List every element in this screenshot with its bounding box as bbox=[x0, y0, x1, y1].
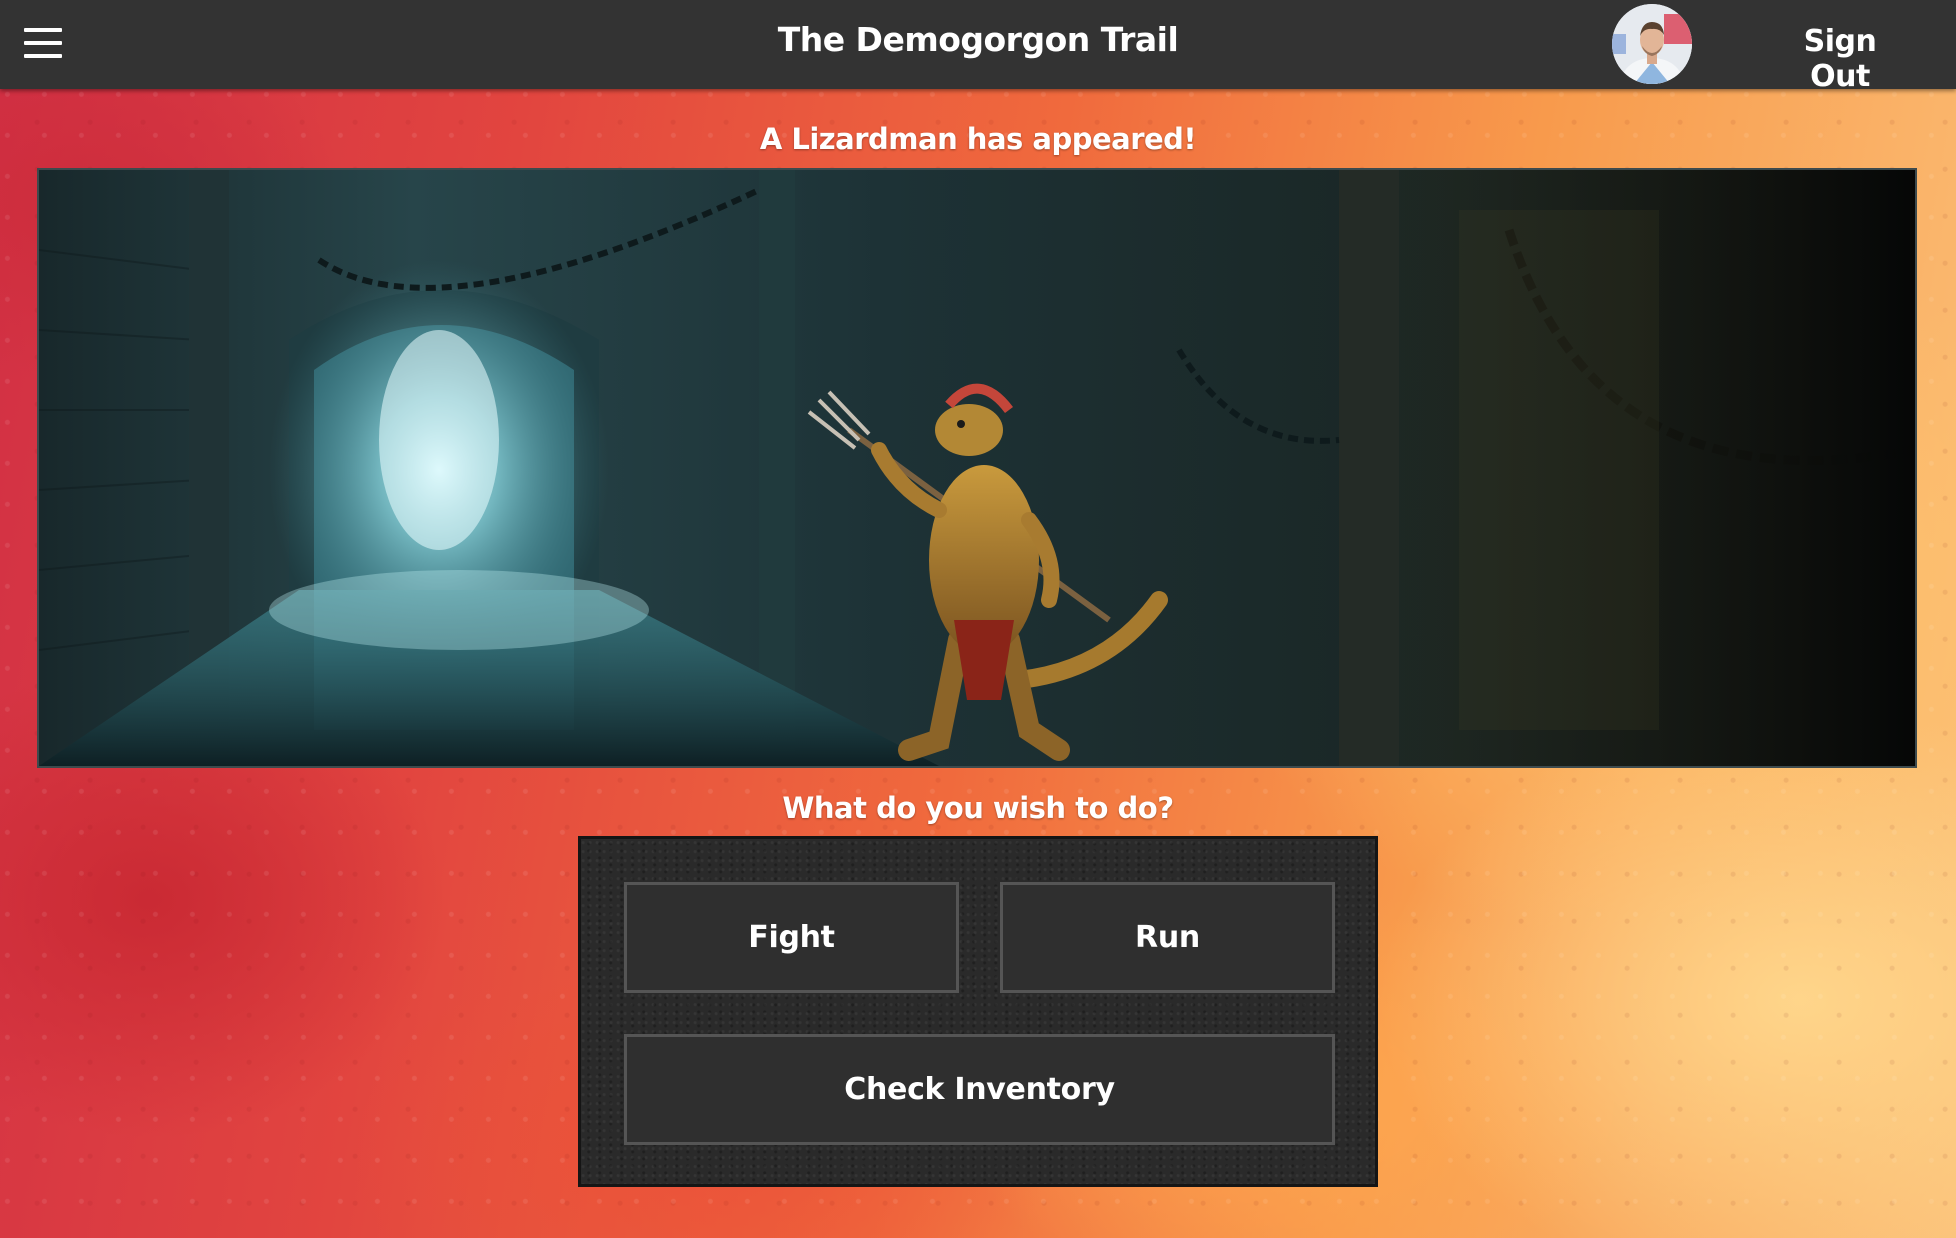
top-nav-bar: The Demogorgon Trail Sign Out bbox=[0, 0, 1956, 94]
check-inventory-button[interactable]: Check Inventory bbox=[624, 1034, 1335, 1145]
run-button[interactable]: Run bbox=[1000, 882, 1335, 993]
encounter-message: A Lizardman has appeared! bbox=[759, 122, 1197, 156]
action-panel: Fight Run Check Inventory bbox=[578, 836, 1378, 1187]
encounter-scene-image bbox=[37, 168, 1917, 768]
user-avatar[interactable] bbox=[1612, 4, 1692, 84]
fight-button[interactable]: Fight bbox=[624, 882, 959, 993]
sign-out-button[interactable]: Sign Out bbox=[1770, 24, 1910, 94]
action-prompt: What do you wish to do? bbox=[782, 791, 1174, 825]
